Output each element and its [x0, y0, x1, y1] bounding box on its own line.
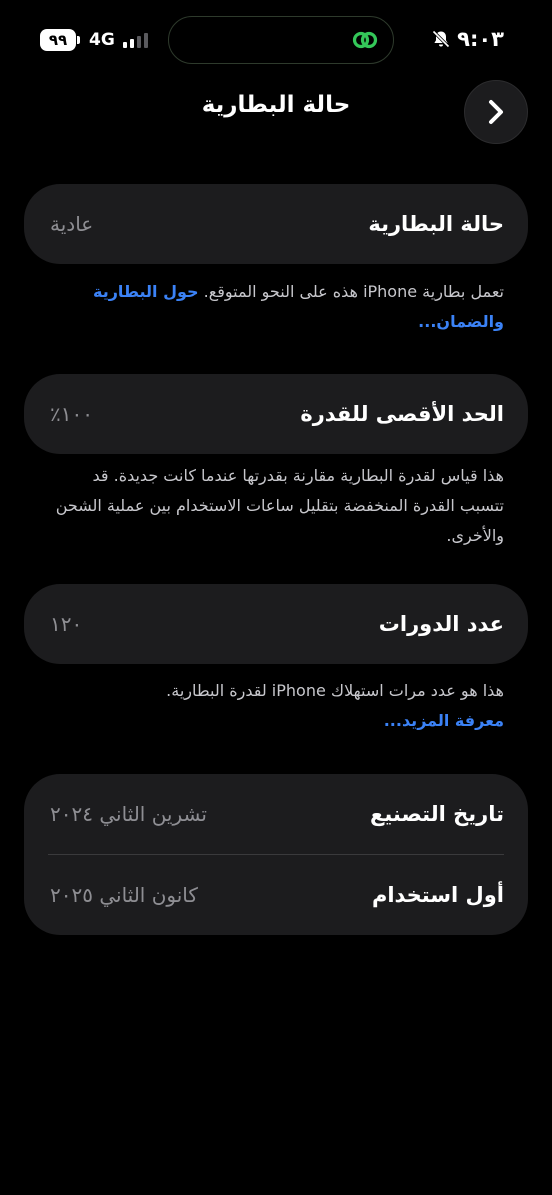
back-button[interactable]	[464, 80, 528, 144]
battery-indicator: ٩٩	[40, 29, 76, 51]
battery-condition-row: حالة البطارية عادية	[24, 184, 528, 264]
cycle-count-card: عدد الدورات ١٢٠	[24, 584, 528, 664]
link-rings-icon	[352, 31, 378, 49]
battery-health-screen: ٩٩ 4G ٩:٠٣ حالة البطارية حالة البطارية ع…	[0, 0, 552, 1195]
bell-slash-icon	[432, 30, 450, 48]
signal-bars-icon	[122, 32, 148, 48]
battery-tip	[77, 36, 80, 44]
max-capacity-footnote: هذا قياس لقدرة البطارية مقارنة بقدرتها ع…	[55, 466, 504, 545]
battery-condition-label: حالة البطارية	[368, 212, 504, 236]
manufacture-date-value: تشرين الثاني ٢٠٢٤	[50, 802, 207, 826]
dates-card: تاريخ التصنيع تشرين الثاني ٢٠٢٤ أول استخ…	[24, 774, 528, 935]
first-use-row: أول استخدام كانون الثاني ٢٠٢٥	[24, 855, 528, 935]
first-use-value: كانون الثاني ٢٠٢٥	[50, 883, 198, 907]
status-bar: ٩٩ 4G ٩:٠٣	[0, 14, 552, 66]
cycle-count-footnote: هذا هو عدد مرات استهلاك iPhone لقدرة الب…	[48, 676, 504, 736]
battery-condition-value: عادية	[50, 212, 94, 236]
status-right: ٩:٠٣	[431, 27, 504, 51]
manufacture-date-row: تاريخ التصنيع تشرين الثاني ٢٠٢٤	[24, 774, 528, 854]
max-capacity-label: الحد الأقصى للقدرة	[300, 402, 504, 426]
learn-more-link[interactable]: معرفة المزيد...	[384, 711, 504, 730]
chevron-right-icon	[489, 100, 503, 124]
battery-condition-card: حالة البطارية عادية	[24, 184, 528, 264]
cycle-count-row: عدد الدورات ١٢٠	[24, 584, 528, 664]
cycle-count-label: عدد الدورات	[378, 612, 504, 636]
battery-condition-footnote-text: تعمل بطارية iPhone هذه على النحو المتوقع…	[203, 282, 504, 301]
network-type: 4G	[89, 30, 115, 50]
max-capacity-value: ١٠٠٪	[50, 402, 93, 426]
cycle-count-footnote-text: هذا هو عدد مرات استهلاك iPhone لقدرة الب…	[166, 681, 504, 700]
max-capacity-row: الحد الأقصى للقدرة ١٠٠٪	[24, 374, 528, 454]
battery-condition-footnote: تعمل بطارية iPhone هذه على النحو المتوقع…	[48, 277, 504, 337]
dynamic-island[interactable]	[168, 16, 394, 64]
cycle-count-value: ١٢٠	[50, 612, 83, 636]
max-capacity-card: الحد الأقصى للقدرة ١٠٠٪	[24, 374, 528, 454]
status-time: ٩:٠٣	[457, 27, 504, 51]
first-use-label: أول استخدام	[371, 883, 504, 907]
manufacture-date-label: تاريخ التصنيع	[369, 802, 504, 826]
status-left: ٩٩ 4G	[40, 29, 148, 51]
